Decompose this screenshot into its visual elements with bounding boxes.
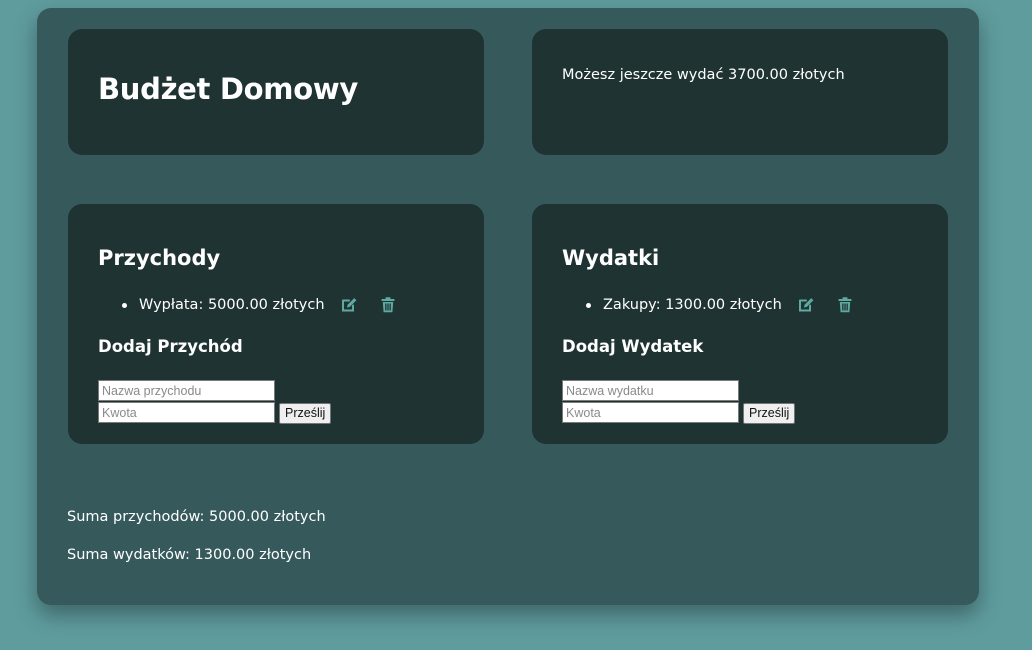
title-card: Budżet Domowy <box>68 29 484 155</box>
expense-section-title: Wydatki <box>562 246 660 270</box>
add-expense-title: Dodaj Wydatek <box>562 337 704 356</box>
add-income-form: Prześlij <box>98 380 398 424</box>
expense-name-input[interactable] <box>562 380 739 401</box>
income-name-input[interactable] <box>98 380 275 401</box>
budget-app-panel: Budżet Domowy Możesz jeszcze wydać 3700.… <box>37 8 979 605</box>
list-bullet <box>586 302 591 308</box>
expense-card: Wydatki Zakupy: 1300.00 złotych Dodaj Wy… <box>532 204 948 444</box>
edit-icon[interactable] <box>341 296 359 314</box>
edit-icon[interactable] <box>798 296 816 314</box>
trash-icon[interactable] <box>379 296 397 314</box>
income-list-item: Wypłata: 5000.00 złotych <box>98 293 397 317</box>
remaining-card: Możesz jeszcze wydać 3700.00 złotych <box>532 29 948 155</box>
add-expense-form: Prześlij <box>562 380 862 424</box>
income-amount-input[interactable] <box>98 402 275 423</box>
income-total: Suma przychodów: 5000.00 złotych <box>67 509 326 525</box>
list-bullet <box>122 302 127 308</box>
page-title: Budżet Domowy <box>98 72 358 106</box>
income-list: Wypłata: 5000.00 złotych <box>98 293 397 317</box>
expense-list-item: Zakupy: 1300.00 złotych <box>562 293 854 317</box>
add-income-title: Dodaj Przychód <box>98 337 243 356</box>
expense-item-label: Zakupy: 1300.00 złotych <box>603 297 782 313</box>
expense-list: Zakupy: 1300.00 złotych <box>562 293 854 317</box>
income-submit-button[interactable]: Prześlij <box>279 402 332 424</box>
income-section-title: Przychody <box>98 246 221 270</box>
income-card: Przychody Wypłata: 5000.00 złotych Dodaj… <box>68 204 484 444</box>
trash-icon[interactable] <box>836 296 854 314</box>
income-item-label: Wypłata: 5000.00 złotych <box>139 297 325 313</box>
expense-submit-button[interactable]: Prześlij <box>743 402 796 424</box>
expense-total: Suma wydatków: 1300.00 złotych <box>67 547 312 563</box>
remaining-budget-text: Możesz jeszcze wydać 3700.00 złotych <box>562 67 845 83</box>
expense-amount-input[interactable] <box>562 402 739 423</box>
